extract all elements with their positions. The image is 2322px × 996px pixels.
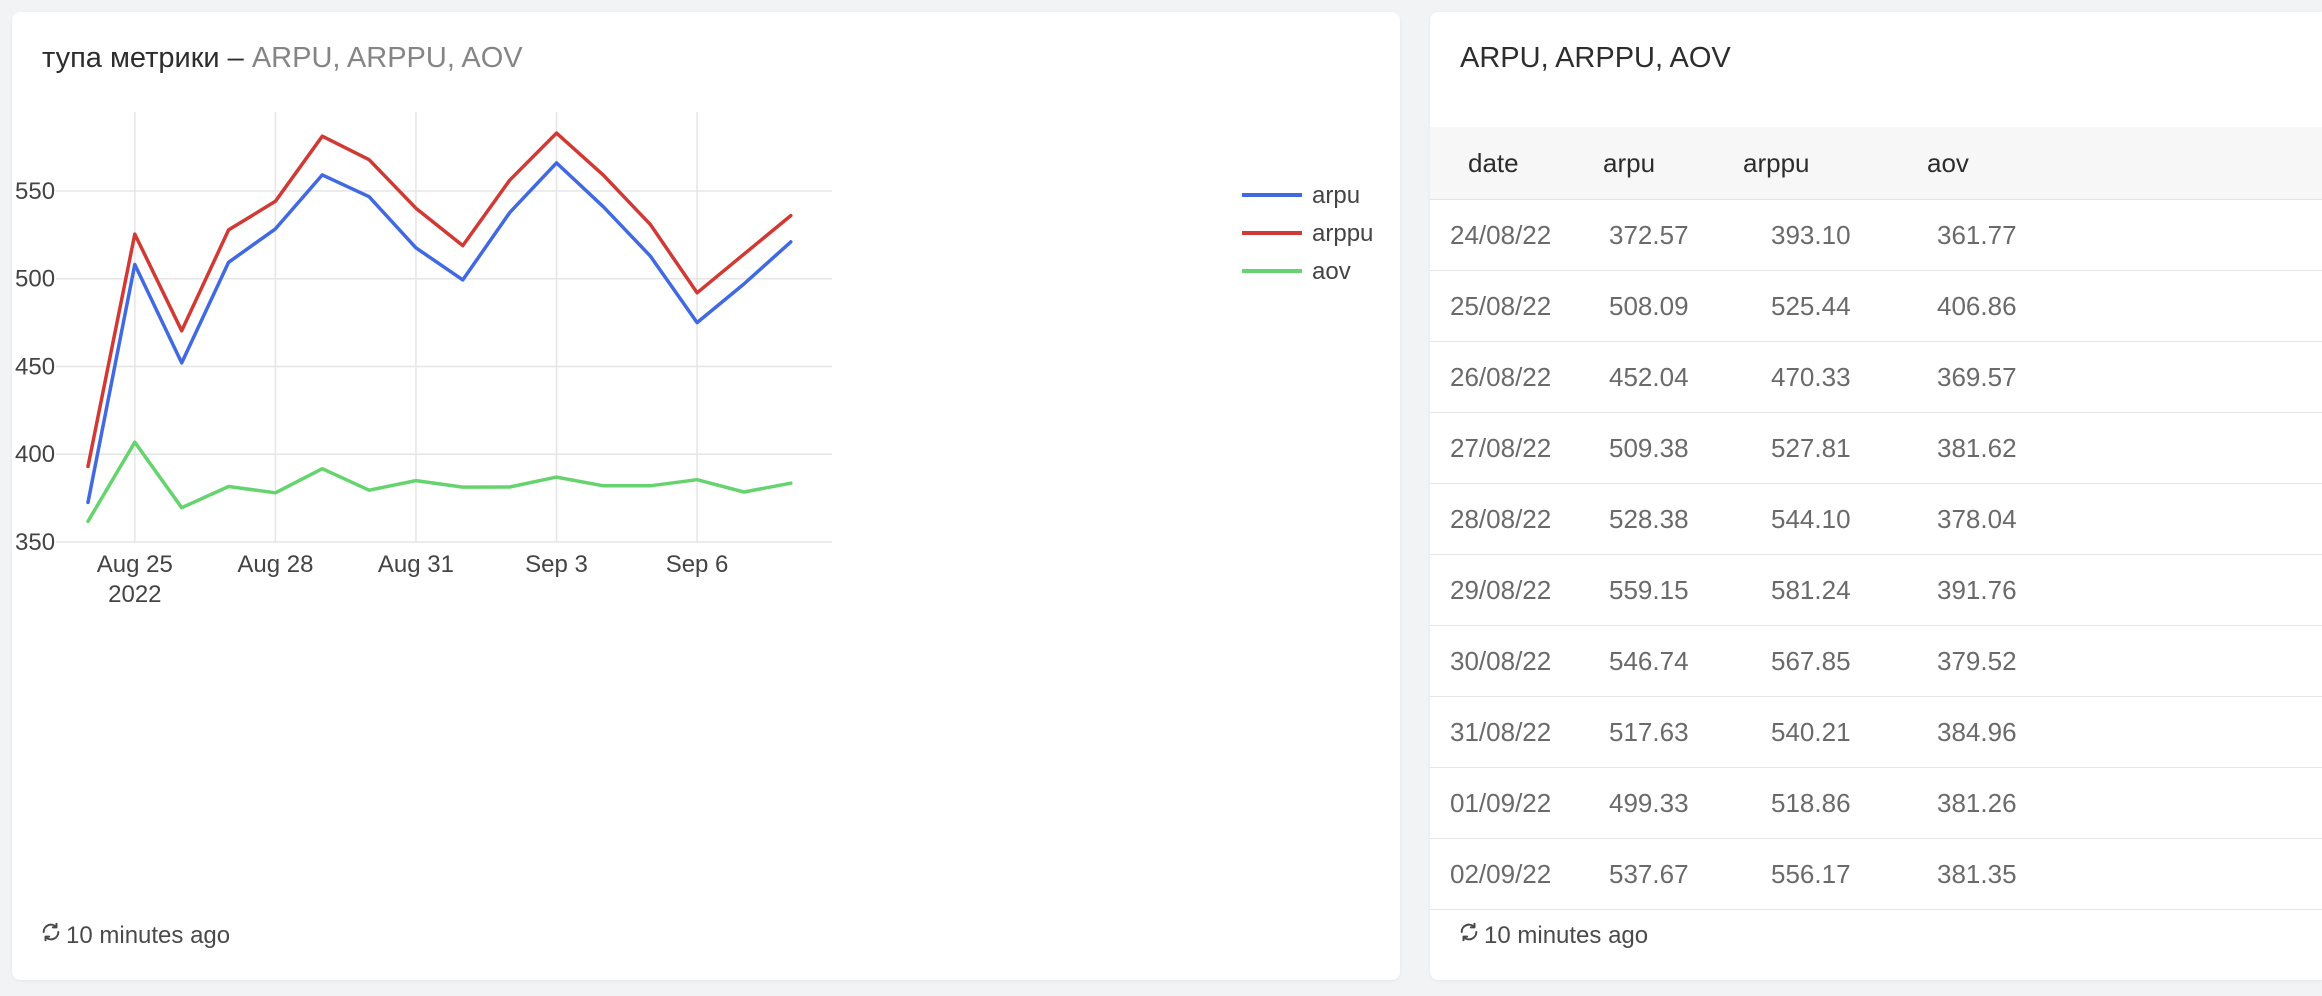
refresh-status[interactable]: 10 minutes ago <box>40 921 230 950</box>
cell-date: 27/08/22 <box>1430 412 1603 484</box>
x-tick-label: Aug 28 <box>237 551 313 578</box>
x-tick-label: Aug 25 <box>97 551 173 578</box>
table-row: 28/08/22 528.38 544.10 378.04 <box>1430 483 2322 555</box>
x-tick-sublabel: 2022 <box>108 581 161 608</box>
chart-card: тупа метрики – ARPU, ARPPU, AOV 350 400 45… <box>12 12 1400 980</box>
cell-arpu: 372.57 <box>1603 199 1743 271</box>
table-row: 01/09/22 499.33 518.86 381.26 <box>1430 767 2322 839</box>
data-table: date arpu arppu aov 24/08/22 372.57 393.10… <box>1430 127 2322 910</box>
cell-arppu: 540.21 <box>1743 696 1927 768</box>
legend-label: arpu <box>1312 182 1360 209</box>
column-header-aov[interactable]: aov <box>1927 127 2322 200</box>
cell-arppu: 518.86 <box>1743 767 1927 839</box>
refresh-status[interactable]: 10 minutes ago <box>1458 921 1648 950</box>
cell-aov: 361.77 <box>1927 199 2322 271</box>
y-tick-label: 400 <box>15 441 55 468</box>
column-header-arpu[interactable]: arpu <box>1603 127 1743 200</box>
cell-date: 30/08/22 <box>1430 625 1603 697</box>
legend-item-aov[interactable]: aov <box>1242 258 1351 285</box>
cell-aov: 384.96 <box>1927 696 2322 768</box>
cell-arpu: 499.33 <box>1603 767 1743 839</box>
y-tick-label: 500 <box>15 266 55 293</box>
table-header-row: date arpu arppu aov <box>1430 127 2322 200</box>
cell-date: 29/08/22 <box>1430 554 1603 626</box>
cell-aov: 379.52 <box>1927 625 2322 697</box>
table-row: 02/09/22 537.67 556.17 381.35 <box>1430 838 2322 910</box>
series-line-arpu[interactable] <box>86 161 793 505</box>
legend-item-arpu[interactable]: arpu <box>1242 182 1360 209</box>
table-title: ARPU, ARPPU, AOV <box>1460 42 1731 74</box>
column-header-date[interactable]: date <box>1430 127 1603 200</box>
refresh-icon <box>40 921 62 950</box>
table-row: 31/08/22 517.63 540.21 384.96 <box>1430 696 2322 768</box>
cell-aov: 378.04 <box>1927 483 2322 555</box>
cell-arpu: 508.09 <box>1603 270 1743 342</box>
table-card: ARPU, ARPPU, AOV date arpu arppu aov 24/… <box>1430 12 2322 980</box>
cell-arpu: 546.74 <box>1603 625 1743 697</box>
cell-date: 28/08/22 <box>1430 483 1603 555</box>
x-tick-label: Aug 31 <box>378 551 454 578</box>
refresh-icon <box>1458 921 1480 950</box>
cell-arppu: 470.33 <box>1743 341 1927 413</box>
y-tick-label: 550 <box>15 178 55 205</box>
cell-date: 01/09/22 <box>1430 767 1603 839</box>
cell-arppu: 527.81 <box>1743 412 1927 484</box>
cell-aov: 381.62 <box>1927 412 2322 484</box>
table-row: 27/08/22 509.38 527.81 381.62 <box>1430 412 2322 484</box>
cell-arppu: 544.10 <box>1743 483 1927 555</box>
y-tick-label: 450 <box>15 353 55 380</box>
table-row: 29/08/22 559.15 581.24 391.76 <box>1430 554 2322 626</box>
cell-aov: 381.26 <box>1927 767 2322 839</box>
cell-date: 25/08/22 <box>1430 270 1603 342</box>
cell-arpu: 452.04 <box>1603 341 1743 413</box>
table-row: 30/08/22 546.74 567.85 379.52 <box>1430 625 2322 697</box>
cell-aov: 381.35 <box>1927 838 2322 910</box>
table-row: 24/08/22 372.57 393.10 361.77 <box>1430 199 2322 271</box>
x-tick-label: Sep 3 <box>525 551 588 578</box>
legend-label: arppu <box>1312 220 1373 247</box>
chart-legend[interactable]: arpu arppu aov <box>1242 182 1373 285</box>
refresh-time: 10 minutes ago <box>66 921 231 949</box>
cell-aov: 369.57 <box>1927 341 2322 413</box>
cell-arpu: 509.38 <box>1603 412 1743 484</box>
refresh-time: 10 minutes ago <box>1484 921 1649 949</box>
cell-date: 31/08/22 <box>1430 696 1603 768</box>
cell-arppu: 581.24 <box>1743 554 1927 626</box>
line-chart: 350 400 450 500 550 Aug 25 2022 Aug 28 Aug 31 Se… <box>15 112 1373 608</box>
cell-arpu: 528.38 <box>1603 483 1743 555</box>
table-row: 26/08/22 452.04 470.33 369.57 <box>1430 341 2322 413</box>
x-axis-ticks: Aug 25 2022 Aug 28 Aug 31 Sep 3 Sep 6 <box>97 551 729 608</box>
table-row: 25/08/22 508.09 525.44 406.86 <box>1430 270 2322 342</box>
column-header-arppu[interactable]: arppu <box>1743 127 1927 200</box>
cell-aov: 391.76 <box>1927 554 2322 626</box>
data-table-wrapper: date arpu arppu aov 24/08/22 372.57 393.10… <box>1430 127 2322 910</box>
legend-item-arppu[interactable]: arppu <box>1242 220 1373 247</box>
cell-aov: 406.86 <box>1927 270 2322 342</box>
x-tick-label: Sep 6 <box>666 551 729 578</box>
cell-arpu: 517.63 <box>1603 696 1743 768</box>
cell-arpu: 537.67 <box>1603 838 1743 910</box>
cell-arppu: 393.10 <box>1743 199 1927 271</box>
y-tick-label: 350 <box>15 529 55 556</box>
cell-arpu: 559.15 <box>1603 554 1743 626</box>
cell-date: 26/08/22 <box>1430 341 1603 413</box>
cell-date: 02/09/22 <box>1430 838 1603 910</box>
y-axis-ticks: 350 400 450 500 550 <box>15 178 55 556</box>
cell-arppu: 525.44 <box>1743 270 1927 342</box>
legend-label: aov <box>1312 258 1351 285</box>
cell-date: 24/08/22 <box>1430 199 1603 271</box>
series-line-arppu[interactable] <box>86 131 793 469</box>
chart-grid <box>56 112 832 543</box>
cell-arppu: 567.85 <box>1743 625 1927 697</box>
cell-arppu: 556.17 <box>1743 838 1927 910</box>
